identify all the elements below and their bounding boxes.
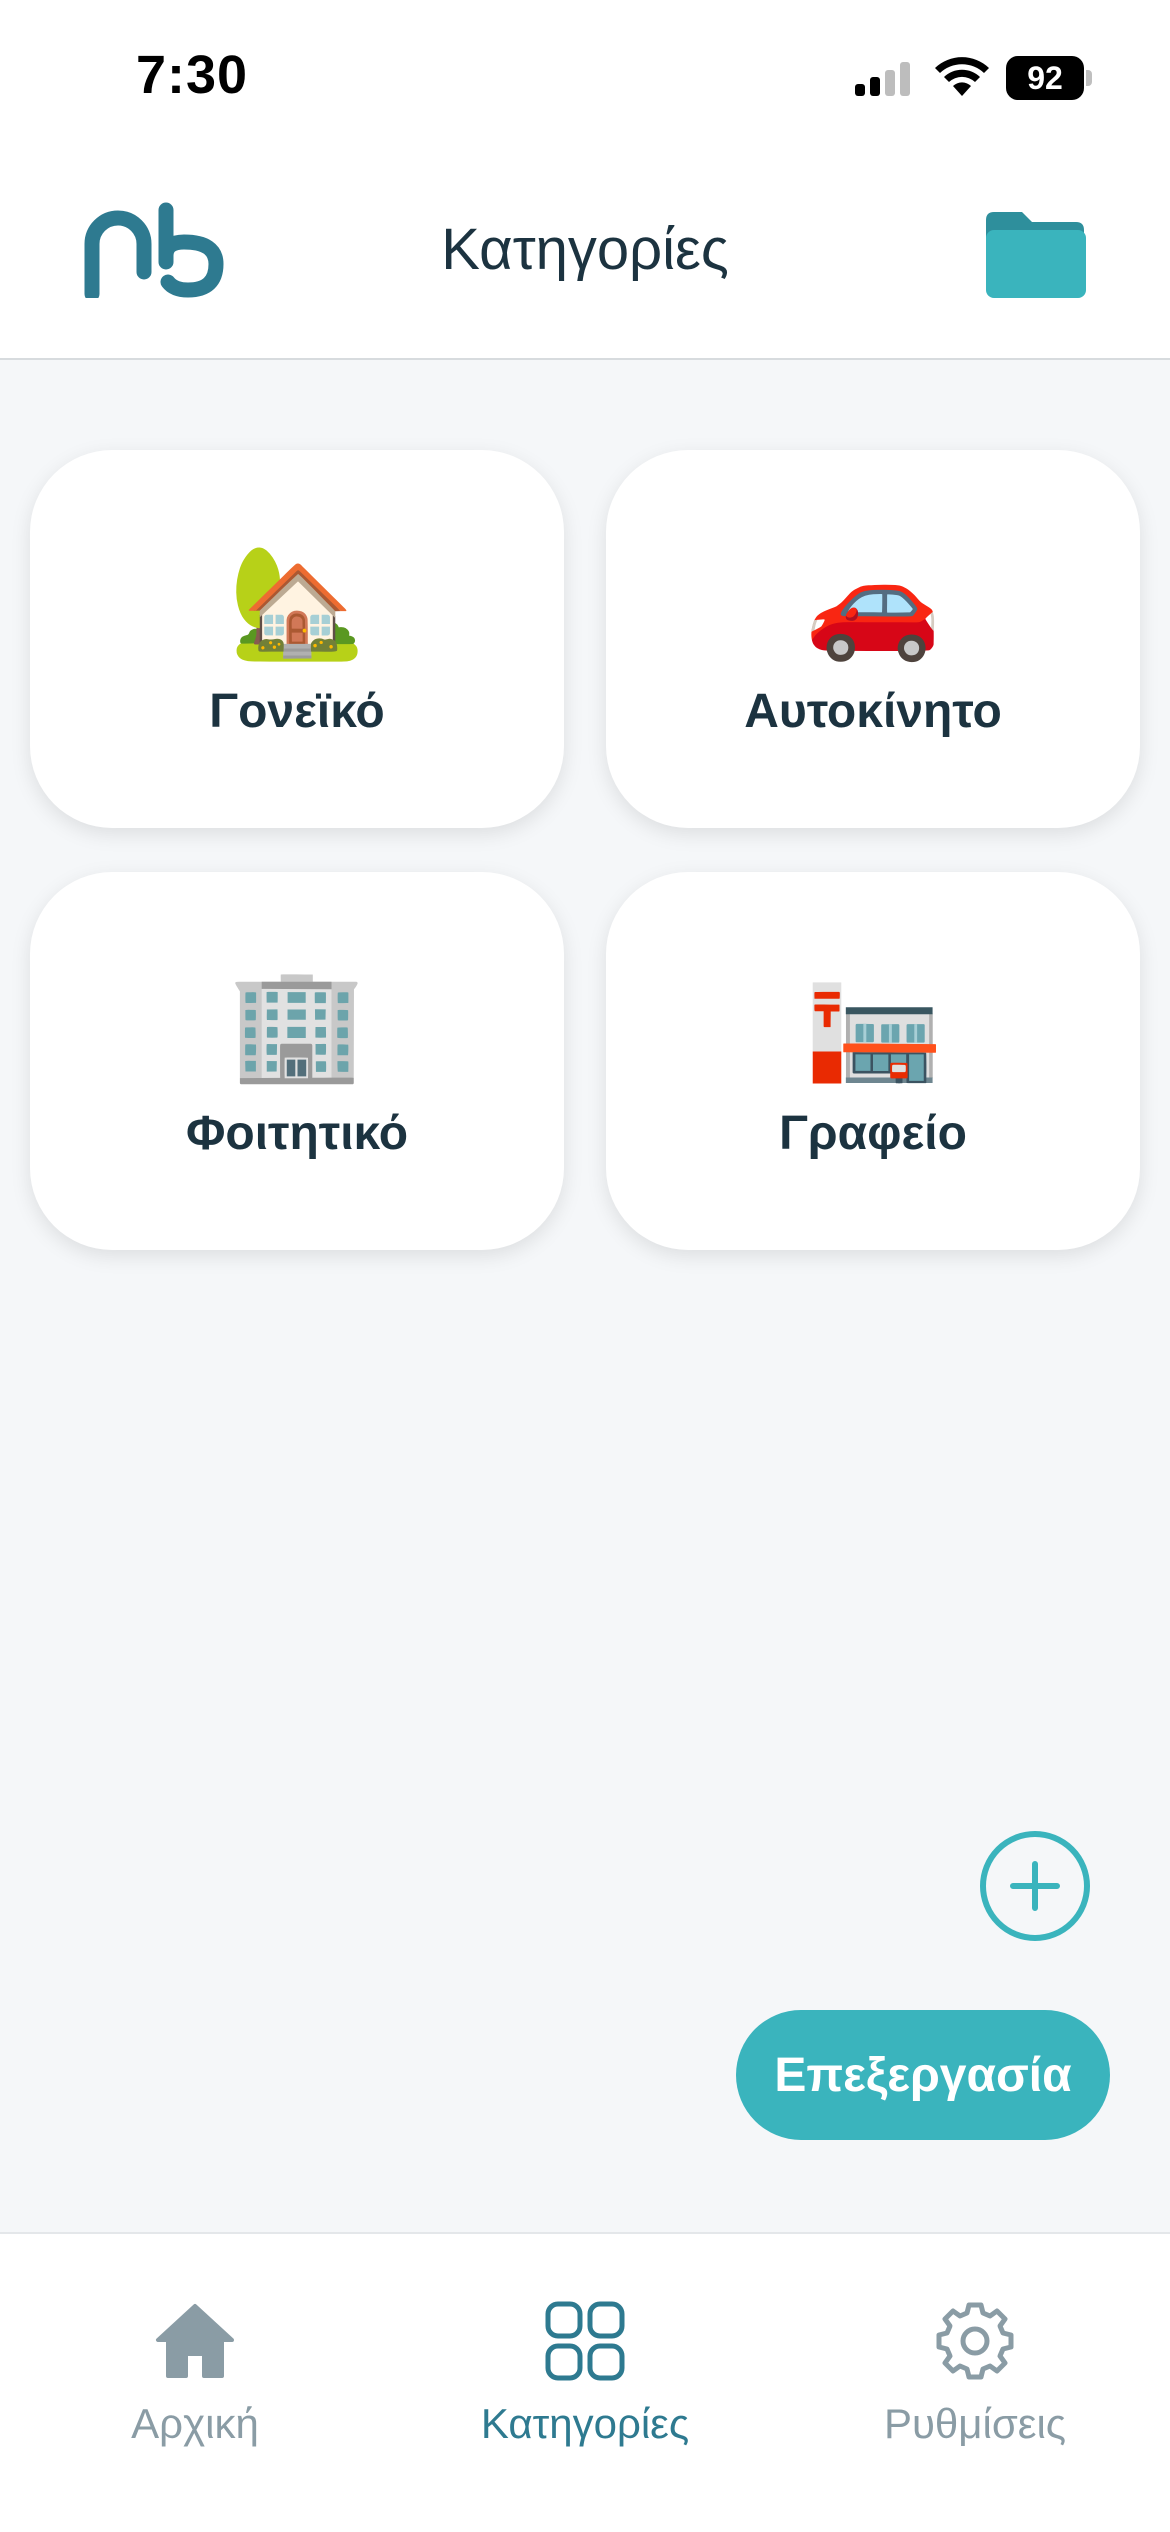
category-card-grafeio[interactable]: 🏣 Γραφείο: [606, 872, 1140, 1250]
office-building-icon: 🏢: [228, 962, 366, 1085]
category-label: Φοιτητικό: [185, 1107, 409, 1160]
category-label: Γραφείο: [779, 1107, 967, 1160]
car-icon: 🚗: [804, 540, 942, 663]
category-card-aftokinito[interactable]: 🚗 Αυτοκίνητο: [606, 450, 1140, 828]
wifi-icon: [935, 57, 989, 96]
tab-categories[interactable]: Κατηγορίες: [390, 2234, 780, 2532]
status-time: 7:30: [136, 45, 249, 105]
category-label: Αυτοκίνητο: [744, 685, 1002, 738]
tab-settings[interactable]: Ρυθμίσεις: [780, 2234, 1170, 2532]
tab-home-label: Αρχική: [131, 2400, 259, 2447]
app-header: Κατηγορίες: [0, 150, 1170, 360]
plus-circle-icon: [1010, 1861, 1060, 1911]
tab-home[interactable]: Αρχική: [0, 2234, 390, 2532]
tab-bar: Αρχική Κατηγορίες Ρυθμίσεις: [0, 2232, 1170, 2532]
tab-categories-label: Κατηγορίες: [480, 2400, 690, 2447]
house-icon: 🏡: [228, 540, 366, 663]
category-card-foititiko[interactable]: 🏢 Φοιτητικό: [30, 872, 564, 1250]
battery-level: 92: [1027, 59, 1063, 96]
categories-screen: 7:30 92 Κατηγορίες 🏡 Γονεϊκό 🚗 Αυτοκίνητ…: [0, 0, 1170, 2532]
post-office-icon: 🏣: [804, 962, 942, 1085]
battery-icon: 92: [1006, 56, 1092, 100]
category-label: Γονεϊκό: [209, 685, 385, 738]
status-bar: 7:30 92: [0, 0, 1170, 150]
add-category-button[interactable]: [980, 1831, 1090, 1941]
folder-icon[interactable]: [982, 210, 1088, 300]
tab-settings-label: Ρυθμίσεις: [883, 2400, 1067, 2447]
cellular-signal-icon: [855, 62, 910, 96]
grid-icon: [545, 2301, 625, 2381]
category-card-goneiko[interactable]: 🏡 Γονεϊκό: [30, 450, 564, 828]
gear-icon: [936, 2302, 1014, 2380]
home-icon: [156, 2304, 234, 2378]
edit-button[interactable]: Επεξεργασία: [736, 2010, 1110, 2140]
